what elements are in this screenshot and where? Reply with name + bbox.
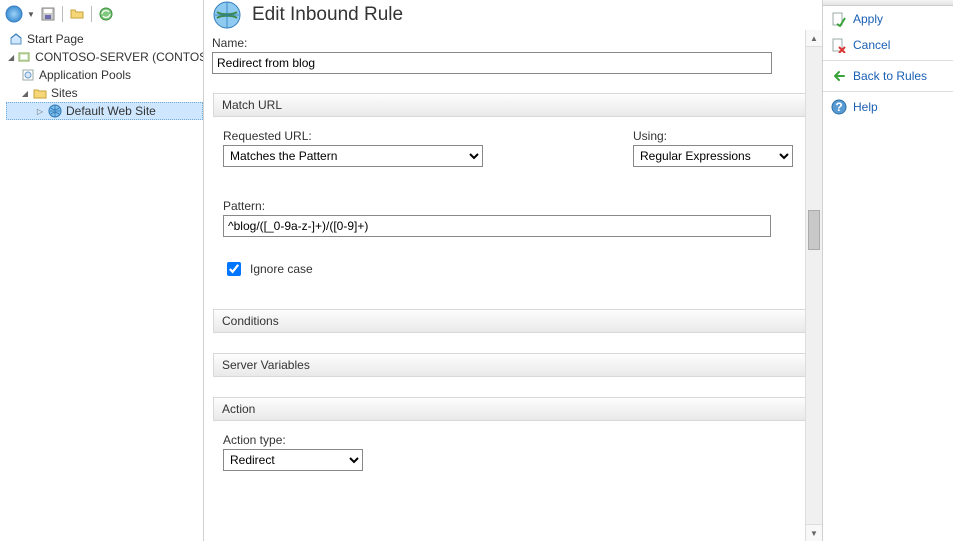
requested-url-label: Requested URL: xyxy=(223,129,483,143)
svg-text:?: ? xyxy=(835,100,842,114)
help-icon: ? xyxy=(831,99,847,115)
rule-name-input[interactable] xyxy=(212,52,772,74)
collapse-icon[interactable]: ◢ xyxy=(8,52,14,62)
conditions-header[interactable]: Conditions xyxy=(213,309,811,333)
nav-dropdown-icon[interactable]: ▼ xyxy=(26,4,36,24)
requested-url-select[interactable]: Matches the Pattern xyxy=(223,145,483,167)
tree-label: Application Pools xyxy=(39,68,131,82)
tree-server[interactable]: ◢ CONTOSO-SERVER (CONTOS xyxy=(6,48,203,66)
toolbar: ▼ xyxy=(4,4,116,24)
back-to-rules-action[interactable]: Back to Rules xyxy=(823,63,953,89)
apply-icon xyxy=(831,11,847,27)
website-globe-icon xyxy=(47,103,63,119)
toolbar-separator xyxy=(91,6,92,22)
tree-app-pools[interactable]: Application Pools xyxy=(6,66,203,84)
main-content-panel: Edit Inbound Rule Name: Match URL Reques… xyxy=(204,0,823,541)
nav-back-button[interactable] xyxy=(4,4,24,24)
server-variables-header[interactable]: Server Variables xyxy=(213,353,811,377)
toolbar-separator xyxy=(62,6,63,22)
page-title: Edit Inbound Rule xyxy=(252,4,403,26)
server-icon xyxy=(16,49,32,65)
pattern-input[interactable] xyxy=(223,215,771,237)
action-label: Help xyxy=(853,100,878,114)
cancel-action[interactable]: Cancel xyxy=(823,32,953,58)
tree-label: Sites xyxy=(51,86,78,100)
url-rewrite-icon xyxy=(212,0,242,30)
apply-action[interactable]: Apply xyxy=(823,6,953,32)
expand-icon[interactable]: ▷ xyxy=(35,106,45,116)
save-icon[interactable] xyxy=(38,4,58,24)
cancel-icon xyxy=(831,37,847,53)
action-header: Action xyxy=(213,397,811,421)
sites-folder-icon xyxy=(32,85,48,101)
scroll-down-icon[interactable]: ▼ xyxy=(806,524,822,541)
conditions-section: Conditions xyxy=(212,308,812,334)
scroll-thumb[interactable] xyxy=(808,210,820,250)
server-variables-section: Server Variables xyxy=(212,352,812,378)
scroll-up-icon[interactable]: ▲ xyxy=(806,30,822,47)
connections-tree-panel: Start Page ◢ CONTOSO-SERVER (CONTOS Appl… xyxy=(0,0,204,541)
using-select[interactable]: Regular Expressions xyxy=(633,145,793,167)
tree-default-web-site[interactable]: ▷ Default Web Site xyxy=(6,102,203,120)
app-pools-icon xyxy=(20,67,36,83)
help-action[interactable]: ? Help xyxy=(823,94,953,120)
name-label: Name: xyxy=(212,36,812,50)
tree-label: Default Web Site xyxy=(66,104,156,118)
home-icon xyxy=(8,31,24,47)
pattern-label: Pattern: xyxy=(223,199,801,213)
match-url-header: Match URL xyxy=(213,93,811,117)
action-type-label: Action type: xyxy=(223,433,801,447)
action-section: Action Action type: Redirect xyxy=(212,396,812,482)
action-label: Back to Rules xyxy=(853,69,927,83)
vertical-scrollbar[interactable]: ▲ ▼ xyxy=(805,30,822,541)
actions-panel: Apply Cancel Back to Rules ? Help xyxy=(823,0,953,541)
folder-open-icon[interactable] xyxy=(67,4,87,24)
using-label: Using: xyxy=(633,129,793,143)
ignore-case-label: Ignore case xyxy=(250,262,313,276)
refresh-globe-icon[interactable] xyxy=(96,4,116,24)
tree-label: CONTOSO-SERVER (CONTOS xyxy=(35,50,204,64)
action-label: Apply xyxy=(853,12,883,26)
match-url-section: Match URL Requested URL: Matches the Pat… xyxy=(212,92,812,290)
collapse-icon[interactable]: ◢ xyxy=(20,88,30,98)
tree-label: Start Page xyxy=(27,32,84,46)
action-type-select[interactable]: Redirect xyxy=(223,449,363,471)
tree-sites[interactable]: ◢ Sites xyxy=(6,84,203,102)
action-label: Cancel xyxy=(853,38,890,52)
tree-start-page[interactable]: Start Page xyxy=(6,30,203,48)
back-arrow-icon xyxy=(831,68,847,84)
ignore-case-checkbox[interactable] xyxy=(227,262,241,276)
page-header: Edit Inbound Rule xyxy=(212,0,812,34)
